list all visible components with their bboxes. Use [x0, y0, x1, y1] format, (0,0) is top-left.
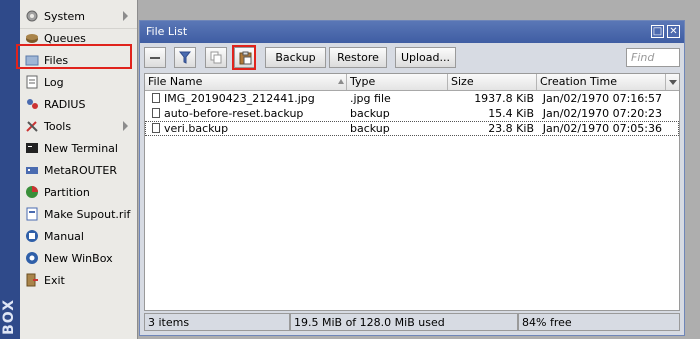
winbox-icon [24, 250, 40, 266]
toolbar: Backup Restore Upload... Find [140, 43, 684, 73]
submenu-arrow-icon [123, 11, 128, 21]
close-button[interactable]: ✕ [667, 25, 680, 38]
cell-type: .jpg file [350, 92, 391, 105]
menu-item-label: System [44, 9, 86, 23]
menu-item-metarouter[interactable]: MetaROUTER [20, 159, 137, 181]
cell-size: 23.8 KiB [488, 122, 534, 135]
column-size[interactable]: Size [448, 74, 537, 90]
copy-button[interactable] [205, 47, 227, 68]
cell-size: 1937.8 KiB [474, 92, 534, 105]
cell-file-name: veri.backup [164, 122, 229, 135]
gear-icon [24, 8, 40, 24]
radius-icon [24, 96, 40, 112]
submenu-arrow-icon [123, 121, 128, 131]
upload-button[interactable]: Upload... [395, 47, 456, 68]
table-header: File Name Type Size Creation Time [145, 74, 679, 91]
table-row[interactable]: auto-before-reset.backup backup 15.4 KiB… [145, 106, 679, 121]
menu-item-partition[interactable]: Partition [20, 181, 137, 203]
files-highlight-box [16, 44, 132, 69]
column-menu-button[interactable] [665, 74, 679, 90]
menu-item-system[interactable]: System [20, 5, 137, 27]
supout-icon [24, 206, 40, 222]
menu-item-label: Manual [44, 229, 84, 243]
tools-icon [24, 118, 40, 134]
restore-button[interactable]: Restore [329, 47, 387, 68]
paste-highlight-box [232, 45, 256, 70]
strip-text: BOX [1, 299, 17, 335]
cell-file-name: IMG_20190423_212441.jpg [164, 92, 315, 105]
minus-icon [150, 56, 160, 59]
status-bar: 3 items 19.5 MiB of 128.0 MiB used 84% f… [144, 313, 680, 331]
maximize-button[interactable]: □ [651, 25, 664, 38]
menu-item-label: RADIUS [44, 97, 86, 111]
window-title: File List [146, 25, 188, 38]
cell-creation-time: Jan/02/1970 07:16:57 [542, 92, 662, 105]
file-icon [152, 93, 160, 103]
menu-item-tools[interactable]: Tools [20, 115, 137, 137]
menu-item-exit[interactable]: Exit [20, 269, 137, 291]
exit-icon [24, 272, 40, 288]
backup-button[interactable]: Backup [265, 47, 326, 68]
log-icon [24, 74, 40, 90]
file-table: File Name Type Size Creation Time IMG_20… [144, 73, 680, 311]
find-input[interactable]: Find [626, 48, 680, 67]
file-icon [152, 108, 160, 118]
table-row[interactable]: IMG_20190423_212441.jpg .jpg file 1937.8… [145, 91, 679, 106]
table-row-selected[interactable]: veri.backup backup 23.8 KiB Jan/02/1970 … [145, 121, 679, 136]
filter-button[interactable] [174, 47, 196, 68]
copy-icon [210, 51, 222, 64]
menu-item-label: New Terminal [44, 141, 118, 155]
column-type[interactable]: Type [347, 74, 448, 90]
sort-icon [338, 79, 344, 84]
metarouter-icon [24, 162, 40, 178]
cell-file-name: auto-before-reset.backup [164, 107, 304, 120]
partition-icon [24, 184, 40, 200]
file-icon [152, 123, 160, 133]
cell-size: 15.4 KiB [488, 107, 534, 120]
menu-item-label: Queues [44, 31, 86, 45]
window-titlebar[interactable]: File List □ ✕ [140, 21, 684, 43]
column-file-name[interactable]: File Name [145, 74, 347, 90]
menu-item-label: Exit [44, 273, 65, 287]
status-free-space: 84% free [518, 313, 680, 331]
menu-item-new-winbox[interactable]: New WinBox [20, 247, 137, 269]
menu-item-label: Log [44, 75, 64, 89]
menu-item-manual[interactable]: Manual [20, 225, 137, 247]
cell-creation-time: Jan/02/1970 07:05:36 [542, 122, 662, 135]
terminal-icon [24, 140, 40, 156]
status-disk-usage: 19.5 MiB of 128.0 MiB used [290, 313, 518, 331]
menu-item-log[interactable]: Log [20, 71, 137, 93]
remove-button[interactable] [144, 47, 166, 68]
filter-icon [179, 51, 191, 64]
menu-item-label: Tools [44, 119, 72, 133]
menu-item-label: Partition [44, 185, 90, 199]
status-item-count: 3 items [144, 313, 290, 331]
menu-item-label: MetaROUTER [44, 163, 117, 177]
cell-type: backup [350, 107, 390, 120]
column-creation-time[interactable]: Creation Time [537, 74, 665, 90]
menu-item-radius[interactable]: RADIUS [20, 93, 137, 115]
cell-type: backup [350, 122, 390, 135]
manual-icon [24, 228, 40, 244]
cell-creation-time: Jan/02/1970 07:20:23 [542, 107, 662, 120]
menu-item-label: Make Supout.rif [44, 207, 131, 221]
menu-item-new-terminal[interactable]: New Terminal [20, 137, 137, 159]
menu-item-label: New WinBox [44, 251, 113, 265]
menu-item-make-supout[interactable]: Make Supout.rif [20, 203, 137, 225]
file-list-window: File List □ ✕ Backup Restore Upload... F… [139, 20, 685, 336]
